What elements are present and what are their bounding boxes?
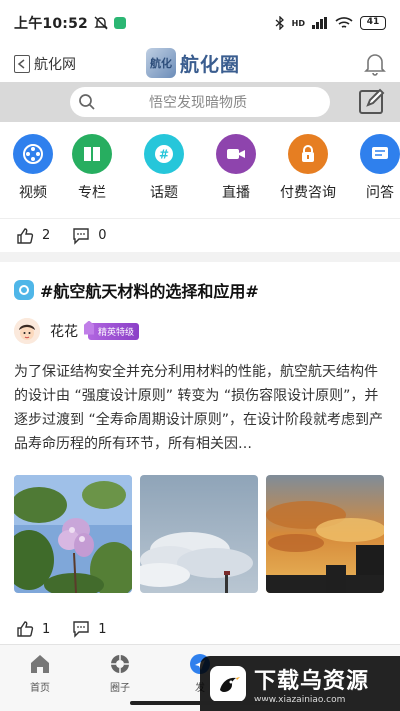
home-icon [31, 655, 49, 673]
signal-label: HD [291, 18, 305, 28]
status-bar: 上午10:52 HD 41 [0, 0, 400, 46]
search-icon [79, 94, 95, 110]
category-question[interactable]: 问答 [344, 122, 400, 218]
post-actions: 1 1 [0, 614, 400, 644]
category-label: 问答 [366, 185, 394, 201]
photo-clouds[interactable] [140, 475, 258, 593]
mute-icon [94, 16, 108, 30]
photo-flowers[interactable] [14, 475, 132, 593]
app-logo: 航化 航化圈 [146, 48, 240, 78]
comment-icon [73, 227, 89, 245]
logo-text: 航化圈 [180, 53, 241, 76]
back-arrow-icon [14, 55, 30, 73]
post-like-button[interactable]: 1 [16, 620, 50, 638]
author-row: 花花 精英特级 [14, 318, 140, 344]
app-header: 航化网 航化 航化圈 [0, 46, 400, 82]
category-video-camera[interactable]: 直播 [200, 122, 272, 218]
nav-circle-label: 圈子 [110, 683, 130, 694]
comment-count: 0 [98, 228, 107, 243]
photo-sunset[interactable] [266, 475, 384, 593]
category-lock[interactable]: 付费咨询 [272, 122, 344, 218]
member-badge: 精英特级 [88, 322, 140, 340]
watermark-title: 下载乌资源 [254, 668, 370, 694]
category-label: 付费咨询 [280, 185, 336, 201]
app-notification-icon [113, 17, 126, 29]
bluetooth-icon [275, 16, 284, 30]
edit-icon [359, 88, 385, 114]
category-label: 话题 [150, 185, 178, 201]
category-label: 视频 [19, 185, 47, 201]
back-label: 航化网 [34, 57, 76, 73]
question-icon [360, 134, 400, 174]
nav-home[interactable]: 首页 [0, 645, 80, 711]
logo-mark: 航化 [146, 48, 176, 78]
hashtag-icon: # [144, 134, 184, 174]
film-reel-icon [13, 134, 53, 174]
post-comment-button[interactable]: 1 [72, 620, 107, 638]
search-input[interactable]: 悟空发现暗物质 [70, 87, 330, 117]
nav-home-label: 首页 [30, 683, 50, 694]
search-placeholder: 悟空发现暗物质 [149, 95, 247, 111]
category-book[interactable]: 专栏 [56, 122, 128, 218]
cell-signal-icon [312, 17, 327, 29]
category-film-reel[interactable]: 视频 [10, 122, 56, 218]
book-icon [72, 134, 112, 174]
comment-button[interactable]: 0 [72, 227, 107, 245]
topic-link[interactable]: #航空航天材料的选择和应用# [14, 278, 259, 302]
status-time: 上午10:52 [14, 16, 88, 32]
category-hashtag[interactable]: # 话题 [128, 122, 200, 218]
svg-text:#: # [159, 148, 169, 162]
post-card[interactable]: #航空航天材料的选择和应用# 花花 精英特级 为了保证结构安全并充分利用材料的性… [0, 262, 400, 644]
thumbs-up-icon [17, 621, 34, 637]
compose-button[interactable] [358, 87, 386, 115]
lock-icon [288, 134, 328, 174]
post-body: 为了保证结构安全并充分利用材料的性能，航空航天结构件的设计由 “强度设计原则” … [14, 364, 383, 452]
post-like-count: 1 [42, 621, 51, 637]
post-comment-count: 1 [98, 621, 107, 637]
search-bar-row: 悟空发现暗物质 [0, 82, 400, 122]
aperture-icon [111, 655, 129, 673]
like-button[interactable]: 2 [16, 227, 50, 245]
home-indicator [130, 701, 270, 705]
photo-grid [14, 475, 384, 593]
topic-icon [14, 280, 34, 300]
topic-title: #航空航天材料的选择和应用# [40, 282, 259, 301]
category-label: 直播 [222, 185, 250, 201]
avatar[interactable] [14, 318, 40, 344]
thumbs-up-icon [17, 227, 34, 244]
prev-post-actions: 2 0 [0, 218, 400, 252]
author-name[interactable]: 花花 [50, 321, 78, 341]
video-camera-icon [216, 134, 256, 174]
back-button[interactable]: 航化网 [14, 54, 76, 74]
wifi-icon [335, 16, 353, 28]
bird-logo-icon [210, 665, 246, 702]
like-count: 2 [42, 228, 51, 243]
watermark-url: www.xiazainiao.com [254, 694, 346, 705]
battery-indicator: 41 [360, 16, 386, 30]
category-row: 视频 专栏 # 话题 直播 付费咨询 问答 [0, 122, 400, 218]
comment-icon [73, 621, 89, 638]
category-label: 专栏 [78, 185, 106, 201]
notification-bell-icon[interactable] [364, 52, 386, 80]
